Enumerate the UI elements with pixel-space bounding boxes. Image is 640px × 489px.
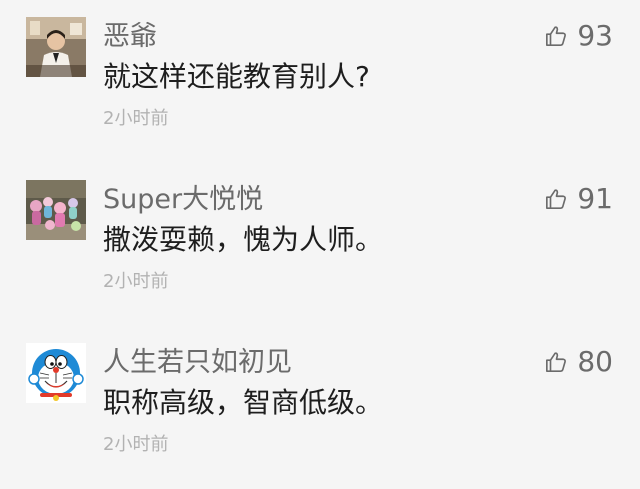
like-count: 93 — [577, 19, 613, 52]
comment-item: 人生若只如初见 80 职称高级，智商低级。 2小时前 — [0, 326, 640, 489]
avatar[interactable] — [26, 180, 86, 240]
like-button[interactable]: 80 — [545, 348, 613, 376]
like-count: 91 — [577, 182, 613, 215]
comment-text: 撒泼耍赖，愧为人师。 — [103, 223, 384, 256]
username[interactable]: Super大悦悦 — [103, 186, 263, 213]
username[interactable]: 恶爺 — [103, 23, 157, 50]
like-button[interactable]: 91 — [545, 185, 613, 213]
man-portrait-avatar-icon — [26, 17, 86, 77]
thumbs-up-icon — [546, 26, 567, 46]
timestamp: 2小时前 — [103, 434, 169, 455]
comment-item: Super大悦悦 91 撒泼耍赖，愧为人师。 2小时前 — [0, 163, 640, 326]
avatar[interactable] — [26, 17, 86, 77]
thumbs-up-icon — [546, 189, 567, 209]
avatar[interactable] — [26, 343, 86, 403]
like-count: 80 — [577, 345, 613, 378]
comment-text: 就这样还能教育别人? — [103, 60, 370, 93]
username[interactable]: 人生若只如初见 — [103, 349, 292, 376]
thumbs-up-icon — [546, 352, 567, 372]
toy-figures-avatar-icon — [26, 180, 86, 240]
doraemon-avatar-icon — [26, 343, 86, 403]
like-button[interactable]: 93 — [545, 22, 613, 50]
comment-item: 恶爺 93 就这样还能教育别人? 2小时前 — [0, 0, 640, 163]
comment-text: 职称高级，智商低级。 — [103, 386, 384, 419]
timestamp: 2小时前 — [103, 271, 169, 292]
timestamp: 2小时前 — [103, 108, 169, 129]
